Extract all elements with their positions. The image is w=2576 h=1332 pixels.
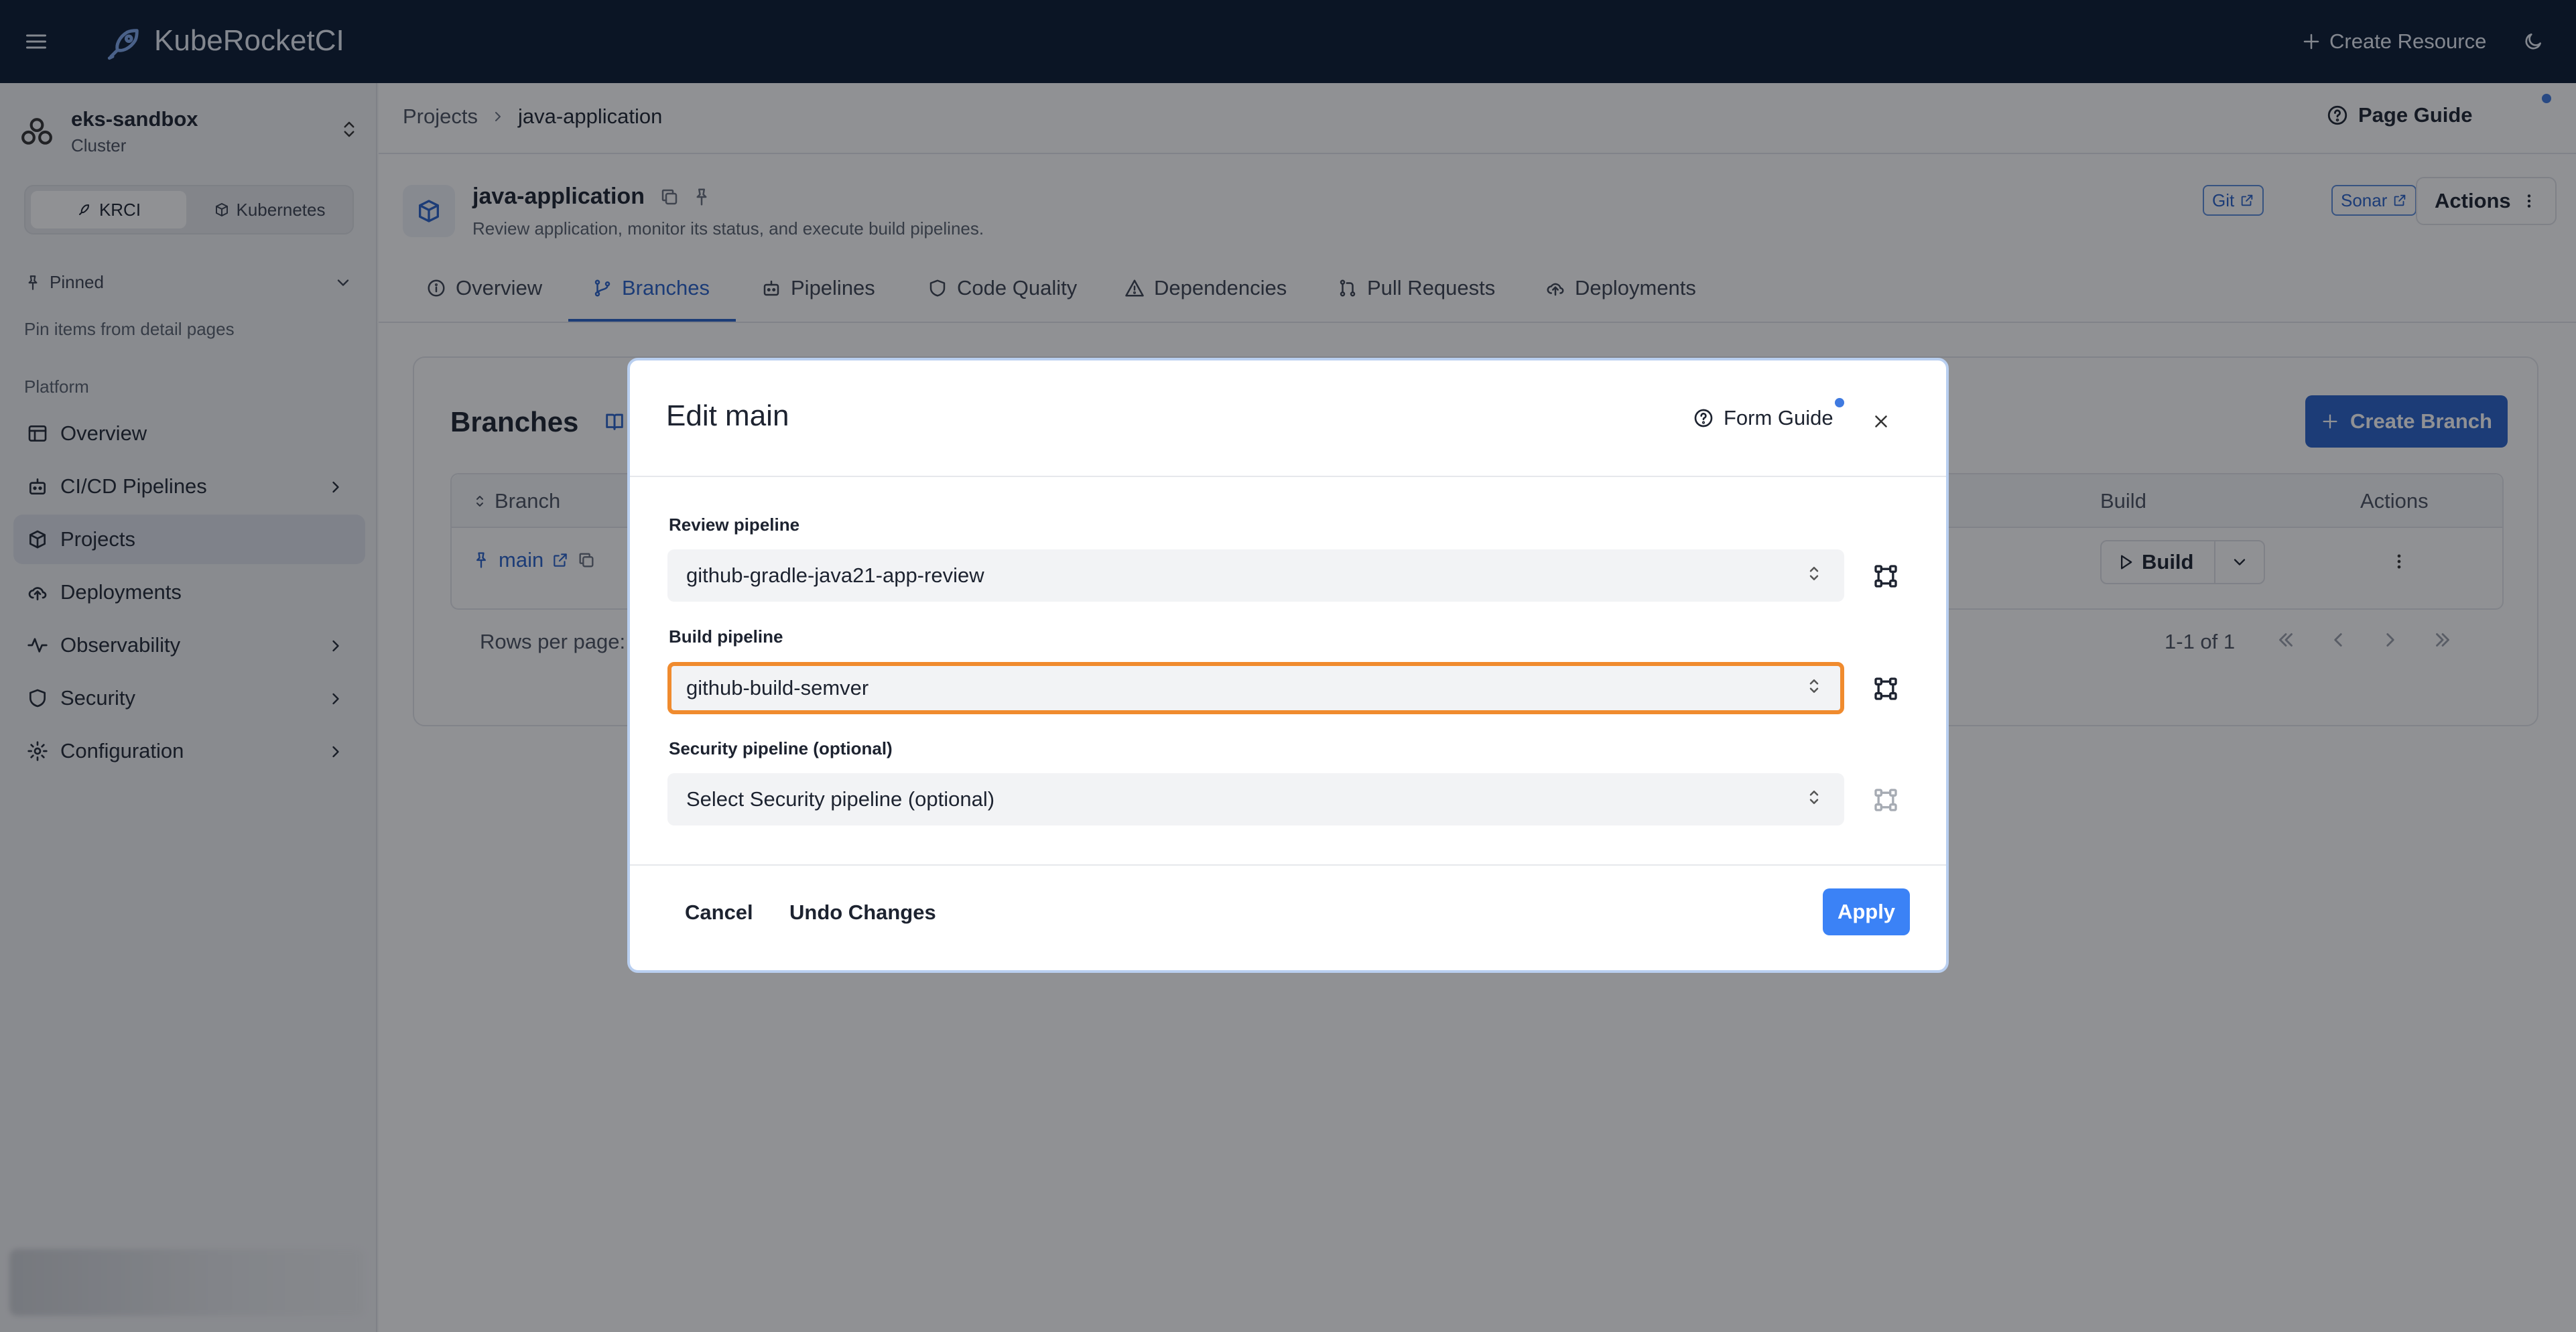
review-pipeline-value: github-gradle-java21-app-review: [686, 563, 984, 587]
apply-label: Apply: [1837, 900, 1896, 923]
dialog-header-divider: [630, 476, 1946, 477]
close-icon[interactable]: [1871, 411, 1891, 431]
chevron-updown-icon: [1804, 563, 1824, 584]
pipeline-graph-icon: [1872, 787, 1899, 813]
form-guide-label: Form Guide: [1724, 406, 1833, 429]
apply-button[interactable]: Apply: [1823, 888, 1910, 935]
dialog-title: Edit main: [666, 399, 789, 432]
build-pipeline-value: github-build-semver: [686, 676, 869, 700]
build-pipeline-select[interactable]: github-build-semver: [667, 662, 1844, 714]
security-pipeline-select[interactable]: Select Security pipeline (optional): [667, 773, 1844, 825]
security-pipeline-label: Security pipeline (optional): [669, 738, 893, 758]
cancel-button[interactable]: Cancel: [685, 901, 753, 925]
pipeline-graph-icon[interactable]: [1872, 675, 1899, 702]
review-pipeline-select[interactable]: github-gradle-java21-app-review: [667, 549, 1844, 602]
form-guide-button[interactable]: Form Guide: [1693, 406, 1833, 430]
help-circle-icon: [1693, 407, 1714, 429]
undo-changes-button[interactable]: Undo Changes: [789, 901, 936, 925]
security-pipeline-placeholder: Select Security pipeline (optional): [686, 787, 995, 811]
pipeline-graph-icon[interactable]: [1872, 563, 1899, 590]
review-pipeline-label: Review pipeline: [669, 515, 800, 535]
dialog-footer-divider: [630, 864, 1946, 866]
build-pipeline-label: Build pipeline: [669, 626, 783, 647]
edit-branch-dialog: Edit main Form Guide Review pipeline git…: [627, 358, 1949, 973]
chevron-updown-icon: [1804, 787, 1824, 807]
chevron-updown-icon: [1804, 676, 1824, 696]
notification-dot: [1835, 398, 1844, 407]
